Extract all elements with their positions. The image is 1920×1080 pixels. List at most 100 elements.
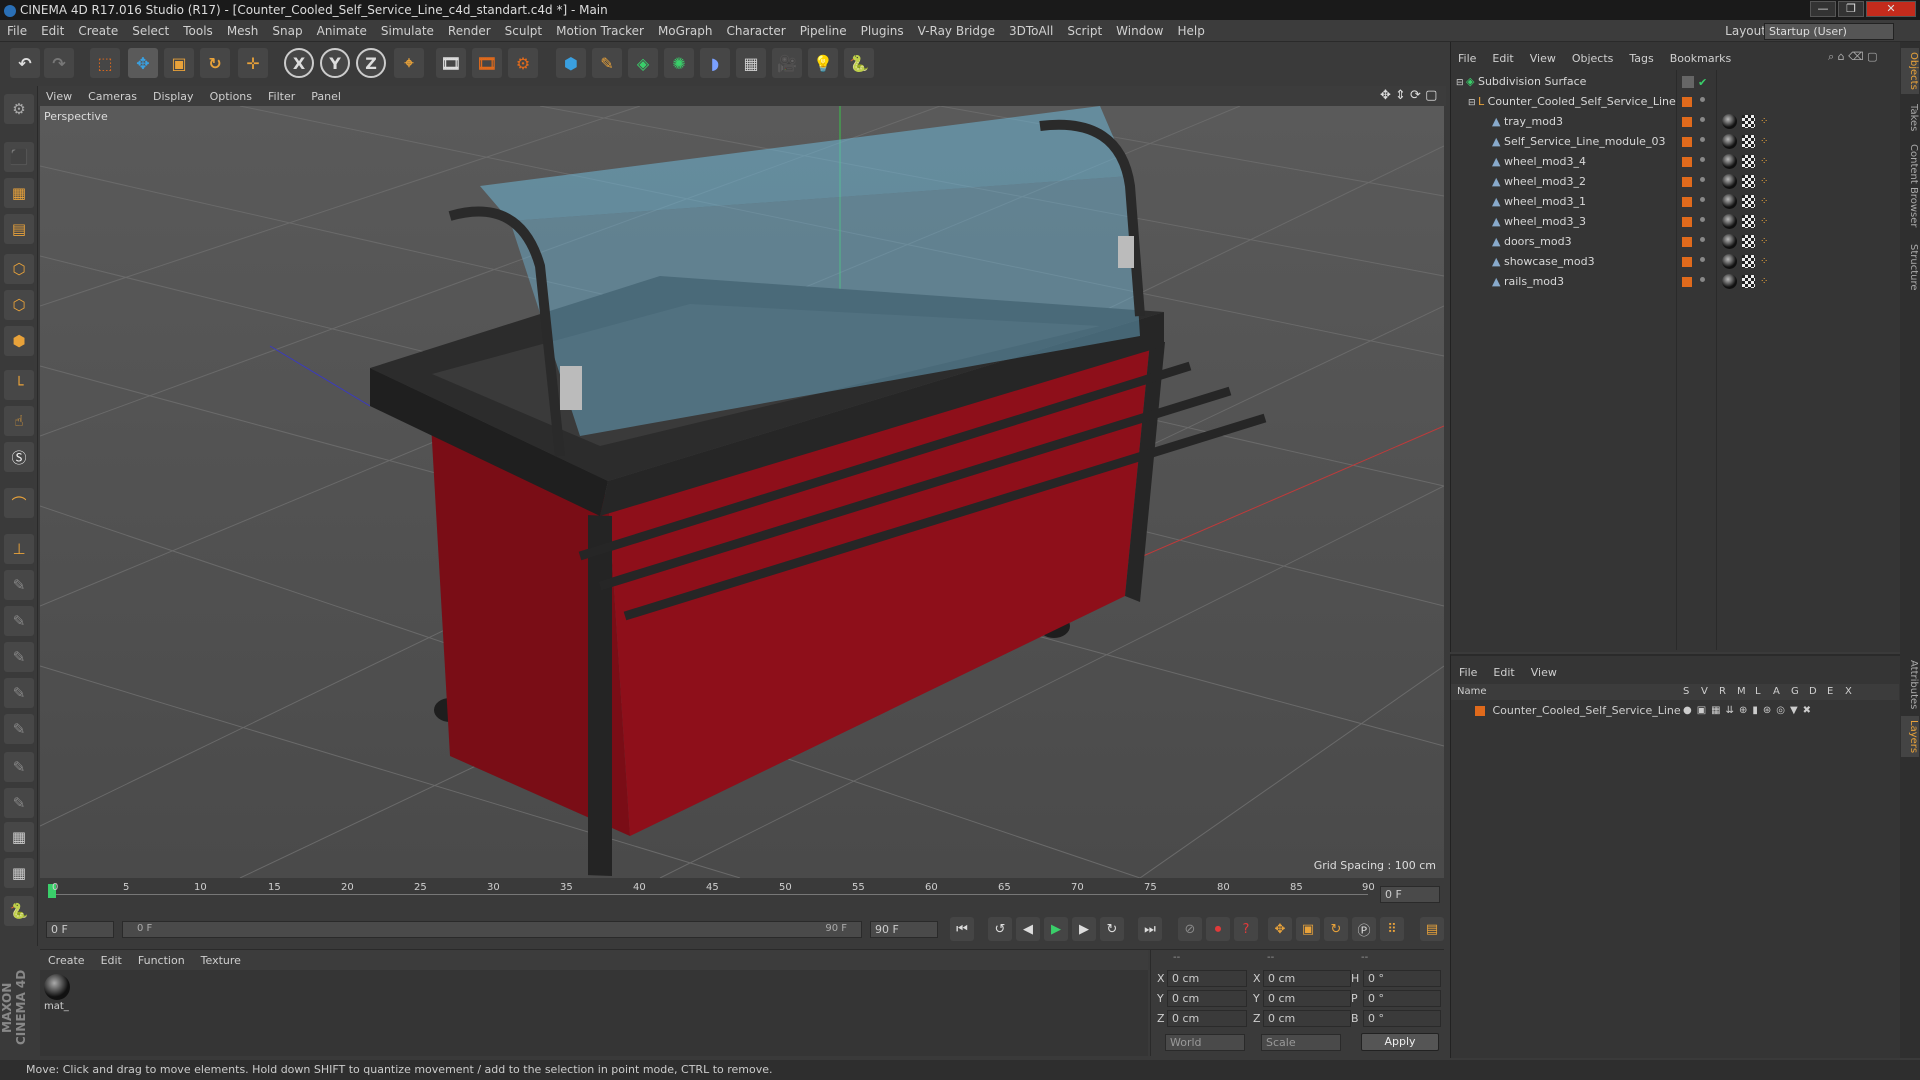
menu-motion-tracker[interactable]: Motion Tracker bbox=[549, 20, 651, 42]
menu-character[interactable]: Character bbox=[719, 20, 792, 42]
visibility-dot-icon[interactable] bbox=[1700, 217, 1705, 222]
layer-col-v[interactable]: V bbox=[1701, 684, 1708, 700]
solo-mode-icon[interactable]: ▦ bbox=[4, 858, 34, 888]
layer-col-r[interactable]: R bbox=[1719, 684, 1726, 700]
object-menu-file[interactable]: File bbox=[1450, 49, 1484, 69]
deformer-icon[interactable]: ◗ bbox=[700, 48, 730, 78]
viewport-navigation-icons[interactable]: ✥ ⇕ ⟳ ▢ bbox=[1380, 88, 1437, 103]
texture-tag-icon[interactable] bbox=[1742, 255, 1755, 268]
layout-select[interactable]: Startup (User) bbox=[1764, 23, 1894, 40]
maximize-button[interactable]: ❐ bbox=[1838, 1, 1864, 17]
brush-tool-4-icon[interactable]: ✎ bbox=[4, 678, 34, 708]
layer-menu-edit[interactable]: Edit bbox=[1485, 663, 1522, 683]
tab-objects[interactable]: Objects bbox=[1901, 48, 1919, 94]
layer-color-icon[interactable] bbox=[1682, 97, 1692, 107]
texture-tag-icon[interactable] bbox=[1742, 175, 1755, 188]
go-to-end-icon[interactable]: ⏭ bbox=[1138, 917, 1162, 941]
layer-col-a[interactable]: A bbox=[1773, 684, 1780, 700]
object-row[interactable]: ▲ doors_mod3 ⁘ bbox=[1452, 232, 1898, 252]
live-selection-icon[interactable]: ⬚ bbox=[90, 48, 120, 78]
object-row[interactable]: ▲ Self_Service_Line_module_03 ⁘ bbox=[1452, 132, 1898, 152]
y-axis-lock-button[interactable]: Y bbox=[320, 48, 350, 78]
layer-color-icon[interactable] bbox=[1682, 257, 1692, 267]
menu-select[interactable]: Select bbox=[125, 20, 176, 42]
object-row[interactable]: ▲ wheel_mod3_1 ⁘ bbox=[1452, 192, 1898, 212]
tweak-mode-icon[interactable]: ☝ bbox=[4, 406, 34, 436]
menu-window[interactable]: Window bbox=[1109, 20, 1170, 42]
phong-tag-icon[interactable]: ⁘ bbox=[1760, 132, 1768, 152]
layer-col-s[interactable]: S bbox=[1683, 684, 1689, 700]
layer-col-l[interactable]: L bbox=[1755, 684, 1761, 700]
texture-tag-icon[interactable] bbox=[1742, 115, 1755, 128]
menu-file[interactable]: File bbox=[0, 20, 34, 42]
phong-tag-icon[interactable]: ⁘ bbox=[1760, 112, 1768, 132]
object-row[interactable]: ▲ wheel_mod3_4 ⁘ bbox=[1452, 152, 1898, 172]
layer-color-icon[interactable] bbox=[1682, 277, 1692, 287]
recent-tools-icon[interactable]: ✛ bbox=[238, 48, 268, 78]
menu-edit[interactable]: Edit bbox=[34, 20, 71, 42]
end-frame-field[interactable]: 90 F bbox=[870, 921, 938, 938]
tab-attributes[interactable]: Attributes bbox=[1901, 656, 1919, 713]
layer-toggle-icons[interactable]: ●▣▦⇊⊕▮⊛◎▼✖ bbox=[1683, 702, 1816, 720]
render-picture-viewer-icon[interactable]: 🎞 bbox=[472, 48, 502, 78]
keyframe-selection-icon[interactable]: ? bbox=[1234, 917, 1258, 941]
viewport-menu-cameras[interactable]: Cameras bbox=[80, 87, 145, 107]
layer-color-icon[interactable] bbox=[1682, 157, 1692, 167]
layer-color-icon[interactable] bbox=[1682, 117, 1692, 127]
brush-tool-3-icon[interactable]: ✎ bbox=[4, 642, 34, 672]
model-mode-icon[interactable]: ⬛ bbox=[4, 142, 34, 172]
texture-tag-icon[interactable] bbox=[1742, 195, 1755, 208]
3d-viewport[interactable]: Perspective Grid Spacing : 100 cm bbox=[40, 106, 1444, 878]
brush-tool-7-icon[interactable]: ✎ bbox=[4, 788, 34, 818]
go-to-start-icon[interactable]: ⏮ bbox=[950, 917, 974, 941]
key-position-icon[interactable]: ✥ bbox=[1268, 917, 1292, 941]
minimize-button[interactable]: — bbox=[1810, 1, 1836, 17]
object-row[interactable]: ▲ tray_mod3 ⁘ bbox=[1452, 112, 1898, 132]
render-view-icon[interactable]: 🎞 bbox=[436, 48, 466, 78]
floor-icon[interactable]: ▦ bbox=[736, 48, 766, 78]
layer-row[interactable]: Counter_Cooled_Self_Service_Line ●▣▦⇊⊕▮⊛… bbox=[1451, 702, 1899, 720]
brush-tool-6-icon[interactable]: ✎ bbox=[4, 752, 34, 782]
render-settings-icon[interactable]: ⚙ bbox=[508, 48, 538, 78]
coordinate-space-select[interactable]: World bbox=[1165, 1034, 1245, 1051]
object-menu-edit[interactable]: Edit bbox=[1484, 49, 1521, 69]
menu-sculpt[interactable]: Sculpt bbox=[498, 20, 549, 42]
material-menu-texture[interactable]: Texture bbox=[193, 951, 249, 971]
visibility-dot-icon[interactable] bbox=[1700, 237, 1705, 242]
material-tag-icon[interactable] bbox=[1722, 214, 1737, 229]
enabled-check-icon[interactable]: ✔ bbox=[1698, 73, 1707, 93]
object-row[interactable]: ▲ wheel_mod3_3 ⁘ bbox=[1452, 212, 1898, 232]
points-mode-icon[interactable]: ⬡ bbox=[4, 254, 34, 284]
object-row[interactable]: ▲ showcase_mod3 ⁘ bbox=[1452, 252, 1898, 272]
light-icon[interactable]: 💡 bbox=[808, 48, 838, 78]
viewport-menu-panel[interactable]: Panel bbox=[303, 87, 349, 107]
material-tag-icon[interactable] bbox=[1722, 134, 1737, 149]
python-icon[interactable]: 🐍 bbox=[844, 48, 874, 78]
object-row[interactable]: ⊟ ◈ Subdivision Surface ✔ bbox=[1452, 72, 1898, 92]
object-row[interactable]: ▲ rails_mod3 ⁘ bbox=[1452, 272, 1898, 292]
phong-tag-icon[interactable]: ⁘ bbox=[1760, 232, 1768, 252]
mograph-cloner-icon[interactable]: ✺ bbox=[664, 48, 694, 78]
texture-tag-icon[interactable] bbox=[1742, 235, 1755, 248]
material-tag-icon[interactable] bbox=[1722, 274, 1737, 289]
workplane-icon[interactable]: ▤ bbox=[4, 214, 34, 244]
object-menu-view[interactable]: View bbox=[1522, 49, 1564, 69]
cube-primitive-icon[interactable]: ⬢ bbox=[556, 48, 586, 78]
make-editable-icon[interactable]: ⚙ bbox=[4, 94, 34, 124]
next-frame-icon[interactable]: ▶ bbox=[1072, 917, 1096, 941]
layer-col-g[interactable]: G bbox=[1791, 684, 1799, 700]
timeline-ruler[interactable]: 0 5 10 15 20 25 30 35 40 45 50 55 60 65 … bbox=[40, 880, 1444, 912]
visibility-dot-icon[interactable] bbox=[1700, 277, 1705, 282]
magnet-icon[interactable]: ⌒ bbox=[4, 488, 34, 518]
layer-color-icon[interactable] bbox=[1475, 706, 1485, 716]
material-menu-edit[interactable]: Edit bbox=[93, 951, 130, 971]
undo-icon[interactable]: ↶ bbox=[10, 48, 40, 78]
phong-tag-icon[interactable]: ⁘ bbox=[1760, 192, 1768, 212]
layer-col-m[interactable]: M bbox=[1737, 684, 1746, 700]
material-tag-icon[interactable] bbox=[1722, 114, 1737, 129]
material-tag-icon[interactable] bbox=[1722, 234, 1737, 249]
texture-mode-icon[interactable]: ▦ bbox=[4, 178, 34, 208]
brush-tool-5-icon[interactable]: ✎ bbox=[4, 714, 34, 744]
material-tag-icon[interactable] bbox=[1722, 254, 1737, 269]
menu-mesh[interactable]: Mesh bbox=[220, 20, 266, 42]
